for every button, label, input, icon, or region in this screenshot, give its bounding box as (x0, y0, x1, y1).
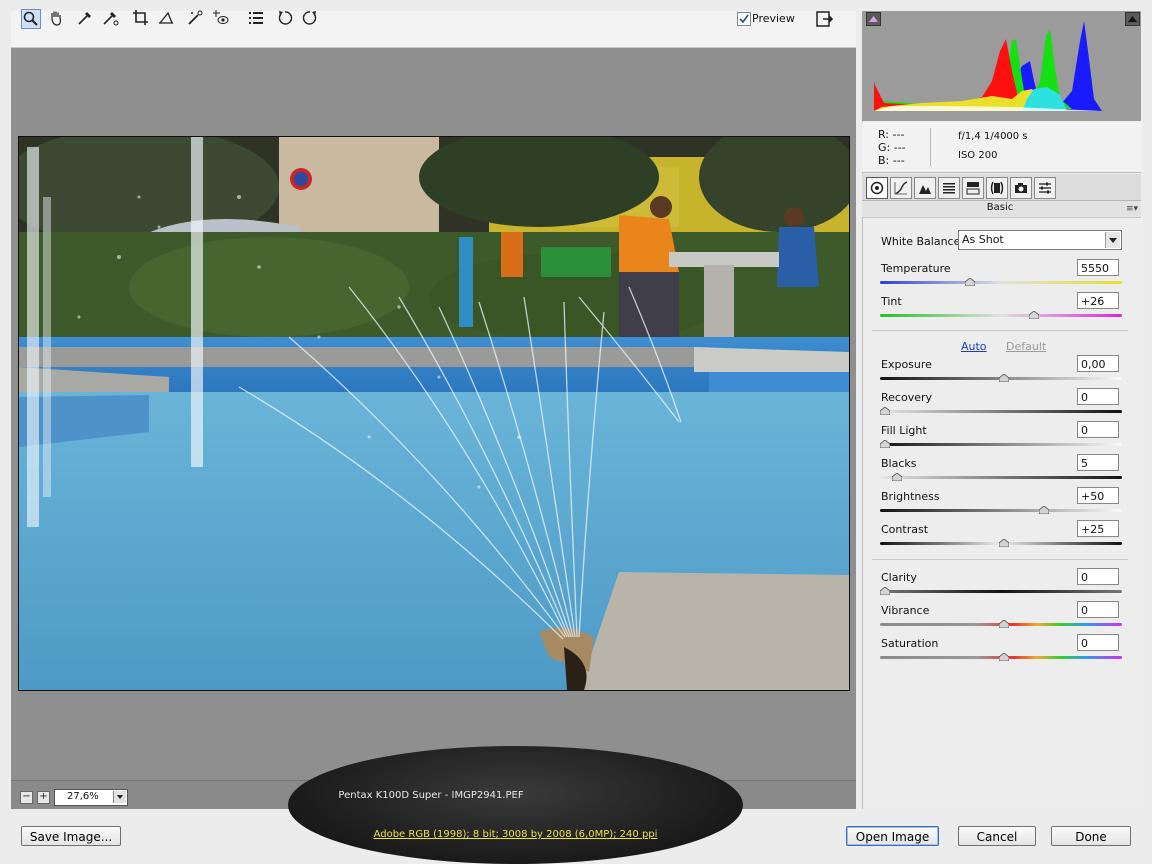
exposure-input[interactable]: 0,00 (1077, 355, 1119, 372)
vibrance-label: Vibrance (881, 604, 930, 617)
workflow-options-link[interactable]: Adobe RGB (1998); 8 bit; 3008 by 2008 (6… (288, 829, 743, 840)
temperature-label: Temperature (881, 262, 951, 275)
blacks-input[interactable]: 5 (1077, 454, 1119, 471)
saturation-label: Saturation (881, 637, 939, 650)
open-image-button[interactable]: Open Image (846, 826, 939, 846)
chevron-down-icon[interactable] (113, 791, 126, 803)
straighten-icon[interactable] (156, 8, 176, 28)
rotate-left-icon[interactable] (275, 8, 295, 28)
blacks-label: Blacks (881, 457, 917, 470)
vibrance-slider-thumb[interactable] (998, 620, 1009, 628)
temperature-input[interactable]: 5550 (1077, 259, 1119, 276)
tone-curve-icon[interactable] (890, 177, 912, 199)
done-button[interactable]: Done (1051, 826, 1131, 846)
save-image-button[interactable]: Save Image... (21, 826, 121, 846)
rgb-values: R: --- G: --- B: --- (878, 128, 906, 167)
clarity-slider-thumb[interactable] (880, 587, 890, 595)
temperature-track[interactable] (880, 281, 1122, 284)
white-balance-select[interactable]: As Shot (958, 230, 1122, 250)
fill-light-slider-thumb[interactable] (880, 440, 890, 448)
zoom-in-button[interactable]: + (37, 791, 50, 804)
presets-icon[interactable] (1034, 177, 1056, 199)
preview-checkbox[interactable] (737, 12, 751, 26)
exposure-label: Exposure (881, 358, 932, 371)
highlight-clipping-icon[interactable] (1125, 12, 1140, 26)
clarity-track[interactable] (880, 590, 1122, 593)
panel-menu-icon[interactable]: ≡▾ (1126, 204, 1138, 214)
split-toning-icon[interactable] (962, 177, 984, 199)
contrast-label: Contrast (881, 523, 929, 536)
brightness-track[interactable] (880, 509, 1122, 512)
blacks-slider-thumb[interactable] (891, 473, 902, 481)
saturation-input[interactable]: 0 (1077, 634, 1119, 651)
clarity-input[interactable]: 0 (1077, 568, 1119, 585)
white-balance-icon[interactable] (75, 8, 95, 28)
zoom-icon[interactable] (21, 9, 41, 29)
fullscreen-icon[interactable] (815, 9, 835, 29)
fountain-photo (19, 137, 849, 690)
hand-icon[interactable] (46, 8, 66, 28)
exposure-slider-thumb[interactable] (998, 374, 1009, 382)
fill-light-input[interactable]: 0 (1077, 421, 1119, 438)
recovery-slider-thumb[interactable] (880, 407, 890, 415)
recovery-label: Recovery (881, 391, 933, 404)
tint-slider-thumb[interactable] (1029, 311, 1040, 319)
rotate-right-icon[interactable] (300, 8, 320, 28)
tint-input[interactable]: +26 (1077, 292, 1119, 309)
camera-file-label: Pentax K100D Super - IMGP2941.PEF (338, 790, 524, 801)
chevron-down-icon[interactable] (1105, 232, 1120, 248)
zoom-level-select[interactable]: 27,6% (54, 789, 128, 806)
brightness-label: Brightness (881, 490, 940, 503)
blacks-track[interactable] (880, 476, 1122, 479)
vibrance-input[interactable]: 0 (1077, 601, 1119, 618)
white-balance-label: White Balance: (881, 235, 965, 248)
recovery-input[interactable]: 0 (1077, 388, 1119, 405)
detail-icon[interactable] (914, 177, 936, 199)
preferences-icon[interactable] (246, 8, 266, 28)
section-title: Basic (986, 202, 1014, 213)
clarity-label: Clarity (881, 571, 917, 584)
contrast-slider-thumb[interactable] (998, 539, 1009, 547)
temperature-slider-thumb[interactable] (965, 278, 976, 286)
divider (872, 559, 1128, 560)
default-link[interactable]: Default (1006, 340, 1046, 353)
divider (872, 330, 1128, 331)
photo-preview[interactable] (18, 136, 850, 691)
zoom-out-button[interactable]: − (20, 791, 33, 804)
green-value: G: --- (878, 141, 906, 154)
tint-label: Tint (881, 295, 902, 308)
retouch-icon[interactable] (185, 8, 205, 28)
color-sampler-icon[interactable] (100, 8, 120, 28)
saturation-slider-thumb[interactable] (998, 653, 1009, 661)
contrast-input[interactable]: +25 (1077, 520, 1119, 537)
tint-track[interactable] (880, 314, 1122, 317)
hsl-icon[interactable] (938, 177, 960, 199)
exposure-info: f/1,4 1/4000 s (958, 131, 1028, 142)
crop-icon[interactable] (131, 8, 151, 28)
brightness-slider-thumb[interactable] (1038, 506, 1049, 514)
basic-icon[interactable] (866, 177, 888, 199)
lens-corrections-icon[interactable] (986, 177, 1008, 199)
fill-light-track[interactable] (880, 443, 1122, 446)
auto-link[interactable]: Auto (961, 340, 987, 353)
preview-label: Preview (752, 12, 795, 25)
iso-info: ISO 200 (958, 150, 998, 161)
info-overlay (288, 746, 743, 864)
readout-divider (930, 128, 931, 166)
recovery-track[interactable] (880, 410, 1122, 413)
red-eye-icon[interactable] (211, 8, 231, 28)
camera-calibration-icon[interactable] (1010, 177, 1032, 199)
histogram (862, 11, 1141, 121)
zoom-level-value: 27,6% (67, 791, 99, 802)
white-balance-value: As Shot (962, 233, 1004, 246)
fill-light-label: Fill Light (881, 424, 927, 437)
shadow-clipping-icon[interactable] (866, 12, 881, 26)
panel-tabs (862, 174, 1141, 201)
blue-value: B: --- (878, 154, 905, 167)
cancel-button[interactable]: Cancel (958, 826, 1036, 846)
brightness-input[interactable]: +50 (1077, 487, 1119, 504)
red-value: R: --- (878, 128, 905, 141)
